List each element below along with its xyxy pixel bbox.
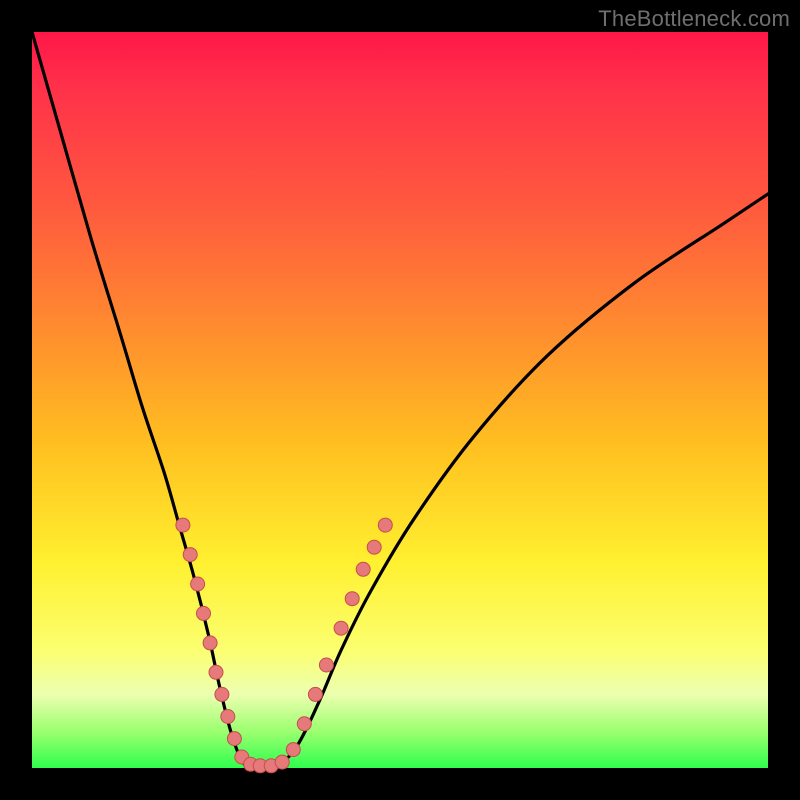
highlight-dot <box>176 518 190 532</box>
highlight-dot <box>203 636 217 650</box>
chart-frame: TheBottleneck.com <box>0 0 800 800</box>
highlight-dot <box>286 743 300 757</box>
highlight-dot <box>308 687 322 701</box>
bottleneck-curve <box>32 32 768 770</box>
highlight-dot <box>209 665 223 679</box>
highlight-dot <box>297 717 311 731</box>
highlight-dot <box>183 548 197 562</box>
highlight-dot <box>275 755 289 769</box>
highlight-dot <box>378 518 392 532</box>
watermark-text: TheBottleneck.com <box>598 6 790 32</box>
highlight-dot <box>319 658 333 672</box>
highlight-dot <box>345 592 359 606</box>
highlight-dot <box>221 710 235 724</box>
highlight-dot <box>227 732 241 746</box>
highlight-dot <box>367 540 381 554</box>
highlight-dot <box>215 687 229 701</box>
curve-svg <box>32 32 768 768</box>
highlight-dots <box>176 518 392 773</box>
plot-area <box>32 32 768 768</box>
highlight-dot <box>356 562 370 576</box>
highlight-dot <box>334 621 348 635</box>
highlight-dot <box>191 577 205 591</box>
highlight-dot <box>197 606 211 620</box>
